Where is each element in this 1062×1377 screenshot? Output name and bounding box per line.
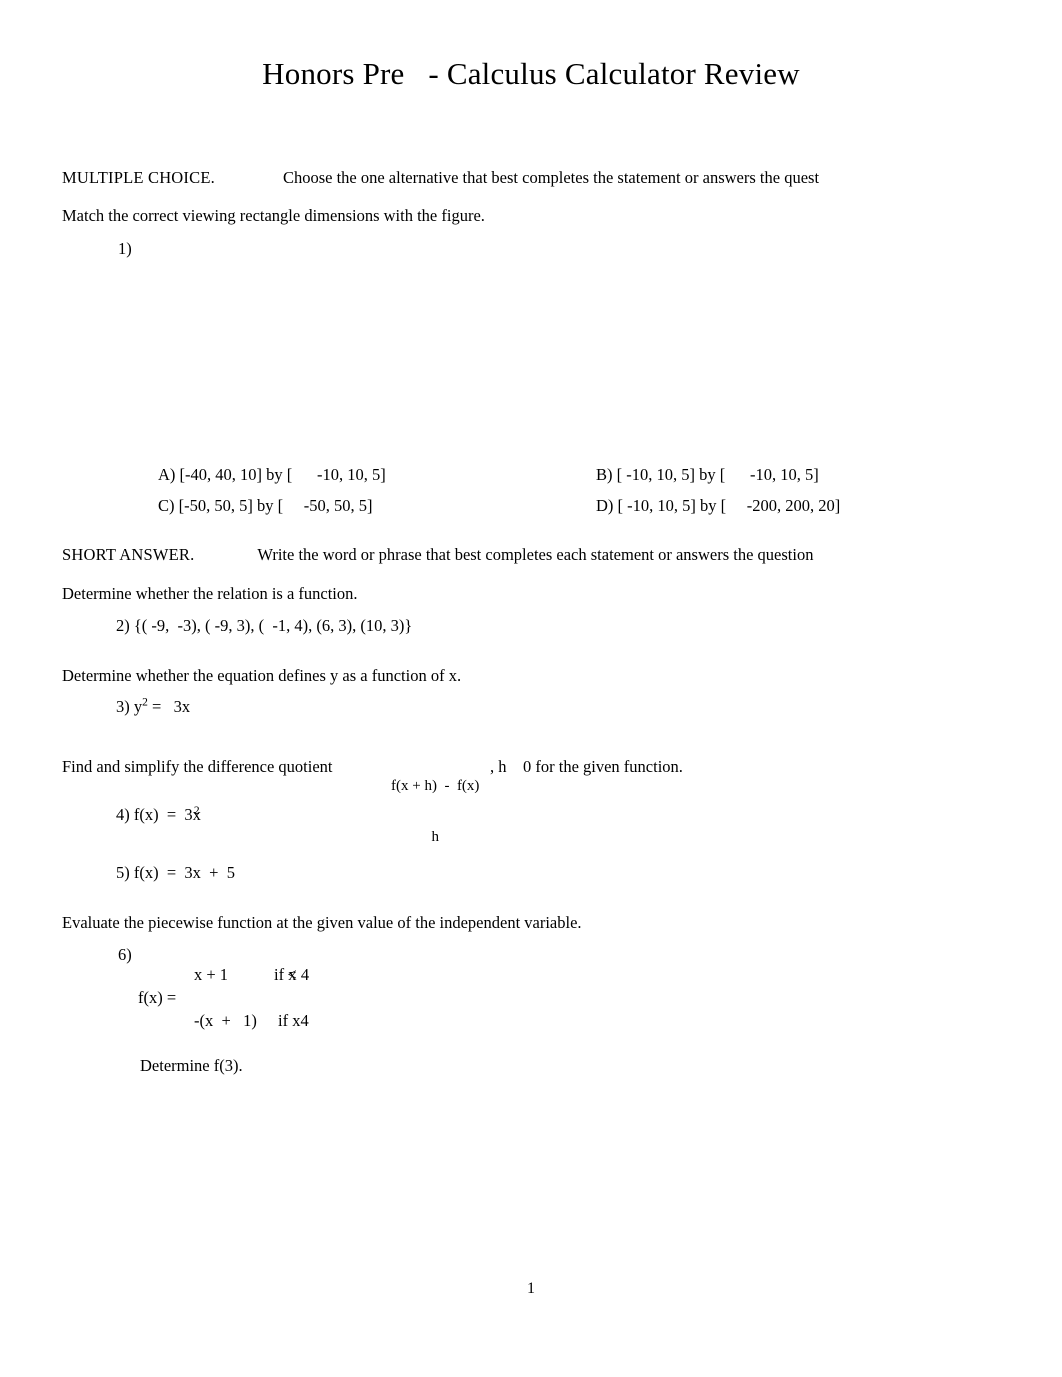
question-number-1: 1) xyxy=(118,239,132,258)
choice-c-letter: C) xyxy=(158,496,175,515)
question-number-4: 4) xyxy=(116,805,130,824)
question-6-branch1-expression: x + 1 xyxy=(194,965,229,984)
question-3: 3) y2 = 3x xyxy=(116,697,190,717)
question-3-rhs: = 3x xyxy=(147,697,191,716)
direction-match-viewing-rectangle: Match the correct viewing rectangle dime… xyxy=(62,206,485,225)
branch2-cond-prefix: if xyxy=(278,1011,293,1030)
question-number-2: 2) xyxy=(116,616,130,635)
choice-a-text: [-40, 40, 10] by [ -10, 10, 5] xyxy=(175,465,386,484)
page-number: 1 xyxy=(527,1280,535,1297)
question-4-lhs: f(x) = 3x xyxy=(133,805,201,824)
question-6-fx-label: f(x) = xyxy=(138,988,177,1007)
direction-relation-function: Determine whether the relation is a func… xyxy=(62,584,358,603)
section-header-short-answer: SHORT ANSWER. Write the word or phrase th… xyxy=(62,545,813,565)
section-instruction-multiple-choice: Choose the one alternative that best com… xyxy=(282,168,820,187)
choice-b-letter: B) xyxy=(596,465,613,484)
branch1-cond-value: 4 xyxy=(296,965,310,984)
question-5: 5) f(x) = 3x + 5 xyxy=(116,863,235,883)
question-number-3: 3) xyxy=(116,697,130,716)
choice-d-text: [ -10, 10, 5] by [ -200, 200, 20] xyxy=(613,496,841,515)
question-3-lhs: y xyxy=(133,697,143,716)
question-1-choice-a: A) [-40, 40, 10] by [ -10, 10, 5] xyxy=(158,465,386,485)
direction-equation-defines-y: Determine whether the equation defines y… xyxy=(62,666,462,685)
question-number-5: 5) xyxy=(116,863,130,882)
choice-d-letter: D) xyxy=(596,496,614,515)
branch1-cond-prefix: if xyxy=(274,965,289,984)
question-1-choice-d: D) [ -10, 10, 5] by [ -200, 200, 20] xyxy=(596,496,840,516)
document-page: Honors Pre - Calculus Calculator Review … xyxy=(0,0,1062,1377)
direction-difference-quotient-prefix: Find and simplify the difference quotien… xyxy=(62,757,333,776)
question-5-text: f(x) = 3x + 5 xyxy=(133,863,235,882)
question-1-choice-b: B) [ -10, 10, 5] by [ -10, 10, 5] xyxy=(596,465,819,485)
question-6-branch2-condition: if x4 xyxy=(278,1011,309,1031)
question-6-branch2-expression: -(x + 1) xyxy=(194,1011,257,1030)
question-1-figure-placeholder xyxy=(140,262,500,452)
section-instruction-short-answer: Write the word or phrase that best compl… xyxy=(257,545,814,564)
page-title: Honors Pre - Calculus Calculator Review xyxy=(262,56,800,91)
question-number-6: 6) xyxy=(118,945,132,964)
question-4-exponent: 2 xyxy=(193,804,200,817)
difference-quotient-denominator: h xyxy=(431,828,439,845)
direction-piecewise: Evaluate the piecewise function at the g… xyxy=(62,913,582,932)
question-6-followup: Determine f(3). xyxy=(140,1056,243,1075)
question-1-choice-c: C) [-50, 50, 5] by [ -50, 50, 5] xyxy=(158,496,372,516)
difference-quotient-numerator: f(x + h) - f(x) xyxy=(391,778,480,794)
difference-quotient-fraction: f(x + h) - f(x) h xyxy=(391,745,479,880)
choice-b-text: [ -10, 10, 5] by [ -10, 10, 5] xyxy=(612,465,819,484)
section-header-multiple-choice: MULTIPLE CHOICE. Choose the one alternati… xyxy=(62,168,819,188)
direction-difference-quotient-suffix: , h 0 for the given function. xyxy=(490,757,683,776)
section-label-short-answer: SHORT ANSWER. xyxy=(62,545,195,564)
question-4: 4) f(x) = 3x2 xyxy=(116,804,201,825)
question-2: 2) {( -9, -3), ( -9, 3), ( -1, 4), (6, 3… xyxy=(116,616,412,636)
question-2-text: {( -9, -3), ( -9, 3), ( -1, 4), (6, 3), … xyxy=(133,616,413,635)
section-label-multiple-choice: MULTIPLE CHOICE. xyxy=(62,168,215,187)
branch2-cond-value: 4 xyxy=(300,1011,309,1030)
choice-c-text: [-50, 50, 5] by [ -50, 50, 5] xyxy=(174,496,373,515)
choice-a-letter: A) xyxy=(158,465,176,484)
branch1-cond-operator: < xyxy=(287,965,297,984)
question-6-branch1-condition: if x< 4 xyxy=(274,965,309,985)
